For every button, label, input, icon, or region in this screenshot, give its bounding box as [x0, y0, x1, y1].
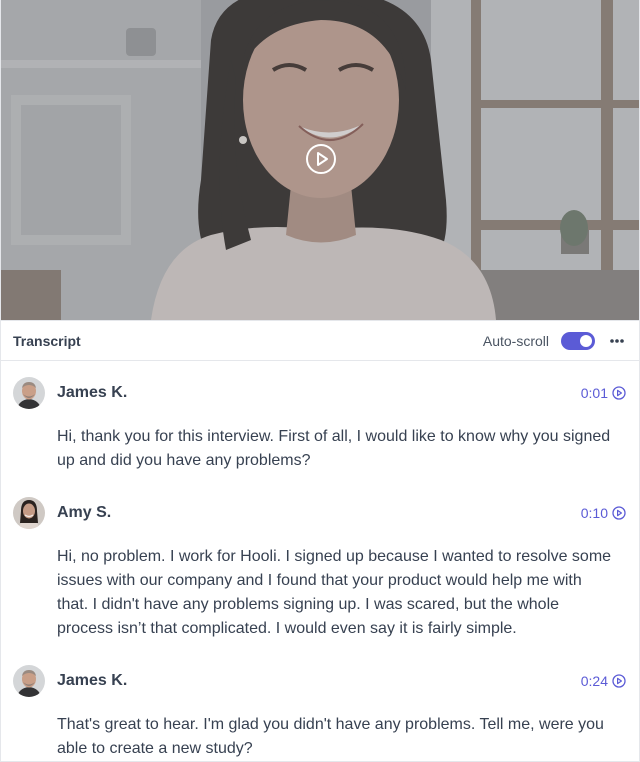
- timestamp-link[interactable]: 0:01: [581, 385, 626, 401]
- play-circle-icon: [612, 386, 626, 400]
- autoscroll-label: Auto-scroll: [482, 332, 549, 349]
- transcript-entry: James K. 0:01 Hi, thank you for this int…: [1, 377, 639, 473]
- timestamp-link[interactable]: 0:24: [581, 673, 626, 689]
- timestamp-text: 0:10: [580, 505, 608, 521]
- entry-text: Hi, no problem. I work for Hooli. I sign…: [57, 548, 612, 637]
- speaker-name: James K.: [57, 384, 128, 401]
- avatar-image: [13, 665, 45, 697]
- transcript-title: Transcript: [13, 332, 81, 349]
- avatar-image: [13, 377, 45, 409]
- toggle-knob: [580, 334, 592, 347]
- transcript-entries: James K. 0:01 Hi, thank you for this int…: [1, 377, 639, 761]
- play-circle-icon: [306, 144, 336, 174]
- avatar-image: [13, 497, 45, 529]
- entry-header: Amy S. 0:10: [13, 497, 627, 529]
- timestamp-link[interactable]: 0:10: [581, 505, 626, 521]
- avatar: [13, 497, 45, 529]
- more-horizontal-icon: [610, 338, 624, 343]
- speaker-name: Amy S.: [57, 504, 112, 521]
- video-player[interactable]: [1, 0, 639, 320]
- avatar: [13, 665, 45, 697]
- entry-header: James K. 0:24: [13, 665, 627, 697]
- autoscroll-toggle[interactable]: [561, 331, 595, 350]
- speaker-name: James K.: [57, 672, 128, 689]
- transcript-card: Transcript Auto-scroll James K. 0:01 Hi,…: [0, 0, 640, 762]
- transcript-header: Transcript Auto-scroll: [1, 320, 639, 361]
- more-options-button[interactable]: [607, 331, 627, 351]
- avatar: [13, 377, 45, 409]
- timestamp-text: 0:01: [580, 385, 608, 401]
- entry-text: That's great to hear. I'm glad you didn'…: [57, 716, 604, 757]
- transcript-entry: James K. 0:24 That's great to hear. I'm …: [1, 665, 639, 761]
- timestamp-text: 0:24: [580, 673, 608, 689]
- transcript-controls: Auto-scroll: [483, 331, 627, 351]
- entry-header: James K. 0:01: [13, 377, 627, 409]
- entry-text: Hi, thank you for this interview. First …: [57, 428, 611, 469]
- play-circle-icon: [612, 674, 626, 688]
- transcript-entry: Amy S. 0:10 Hi, no problem. I work for H…: [1, 497, 639, 641]
- play-button[interactable]: [305, 143, 337, 175]
- play-circle-icon: [612, 506, 626, 520]
